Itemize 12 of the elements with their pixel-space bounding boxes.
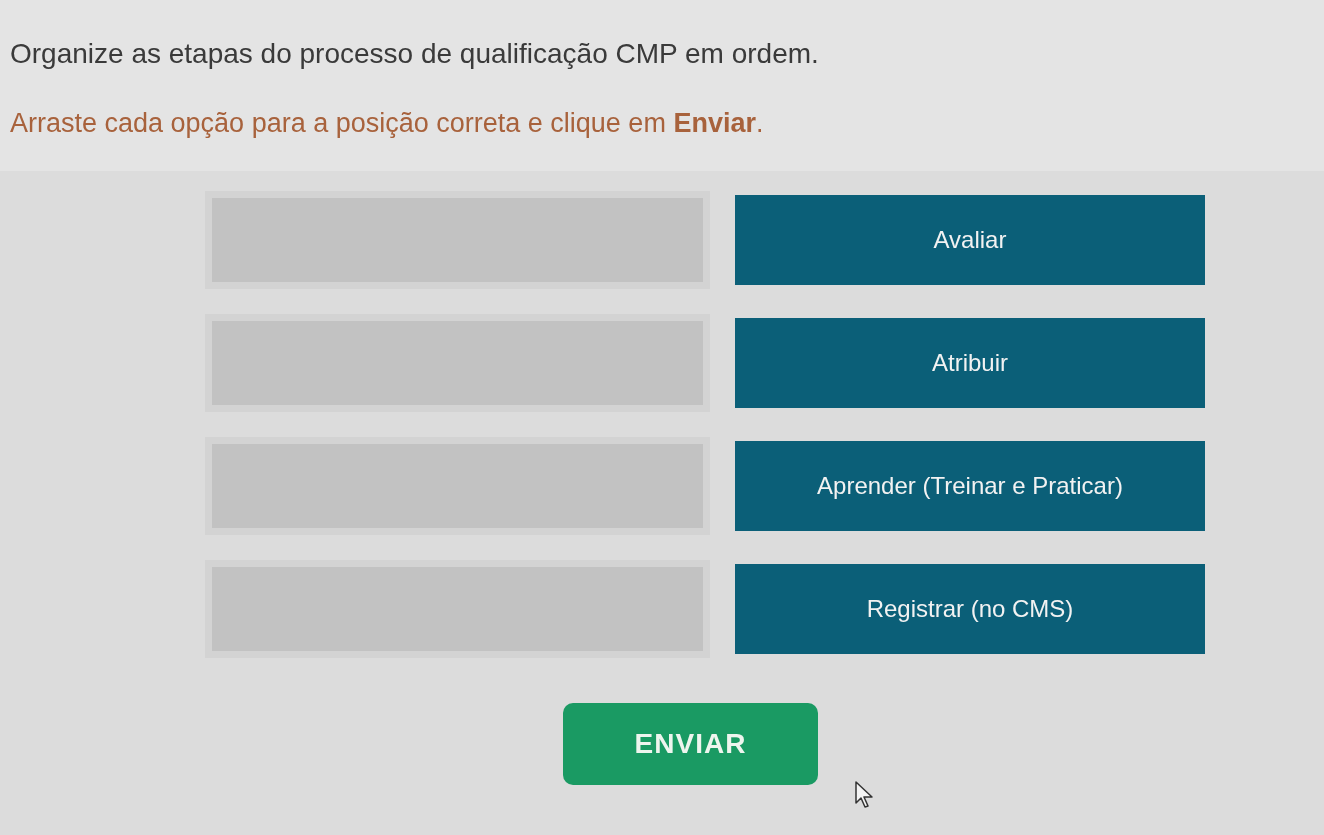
submit-button[interactable]: ENVIAR: [563, 703, 818, 785]
drop-slot[interactable]: [205, 560, 710, 658]
draggable-option[interactable]: Avaliar: [735, 195, 1205, 285]
instruction-text: Arraste cada opção para a posição correta e clique em Enviar.: [10, 107, 764, 140]
draggable-option[interactable]: Atribuir: [735, 318, 1205, 408]
draggable-option[interactable]: Registrar (no CMS): [735, 564, 1205, 654]
mouse-cursor-icon: [855, 781, 875, 809]
drop-slot[interactable]: [205, 437, 710, 535]
draggable-option[interactable]: Aprender (Treinar e Praticar): [735, 441, 1205, 531]
drop-slot[interactable]: [205, 314, 710, 412]
drop-slot[interactable]: [205, 191, 710, 289]
question-title: Organize as etapas do processo de qualificação CMP em ordem.: [10, 37, 819, 71]
